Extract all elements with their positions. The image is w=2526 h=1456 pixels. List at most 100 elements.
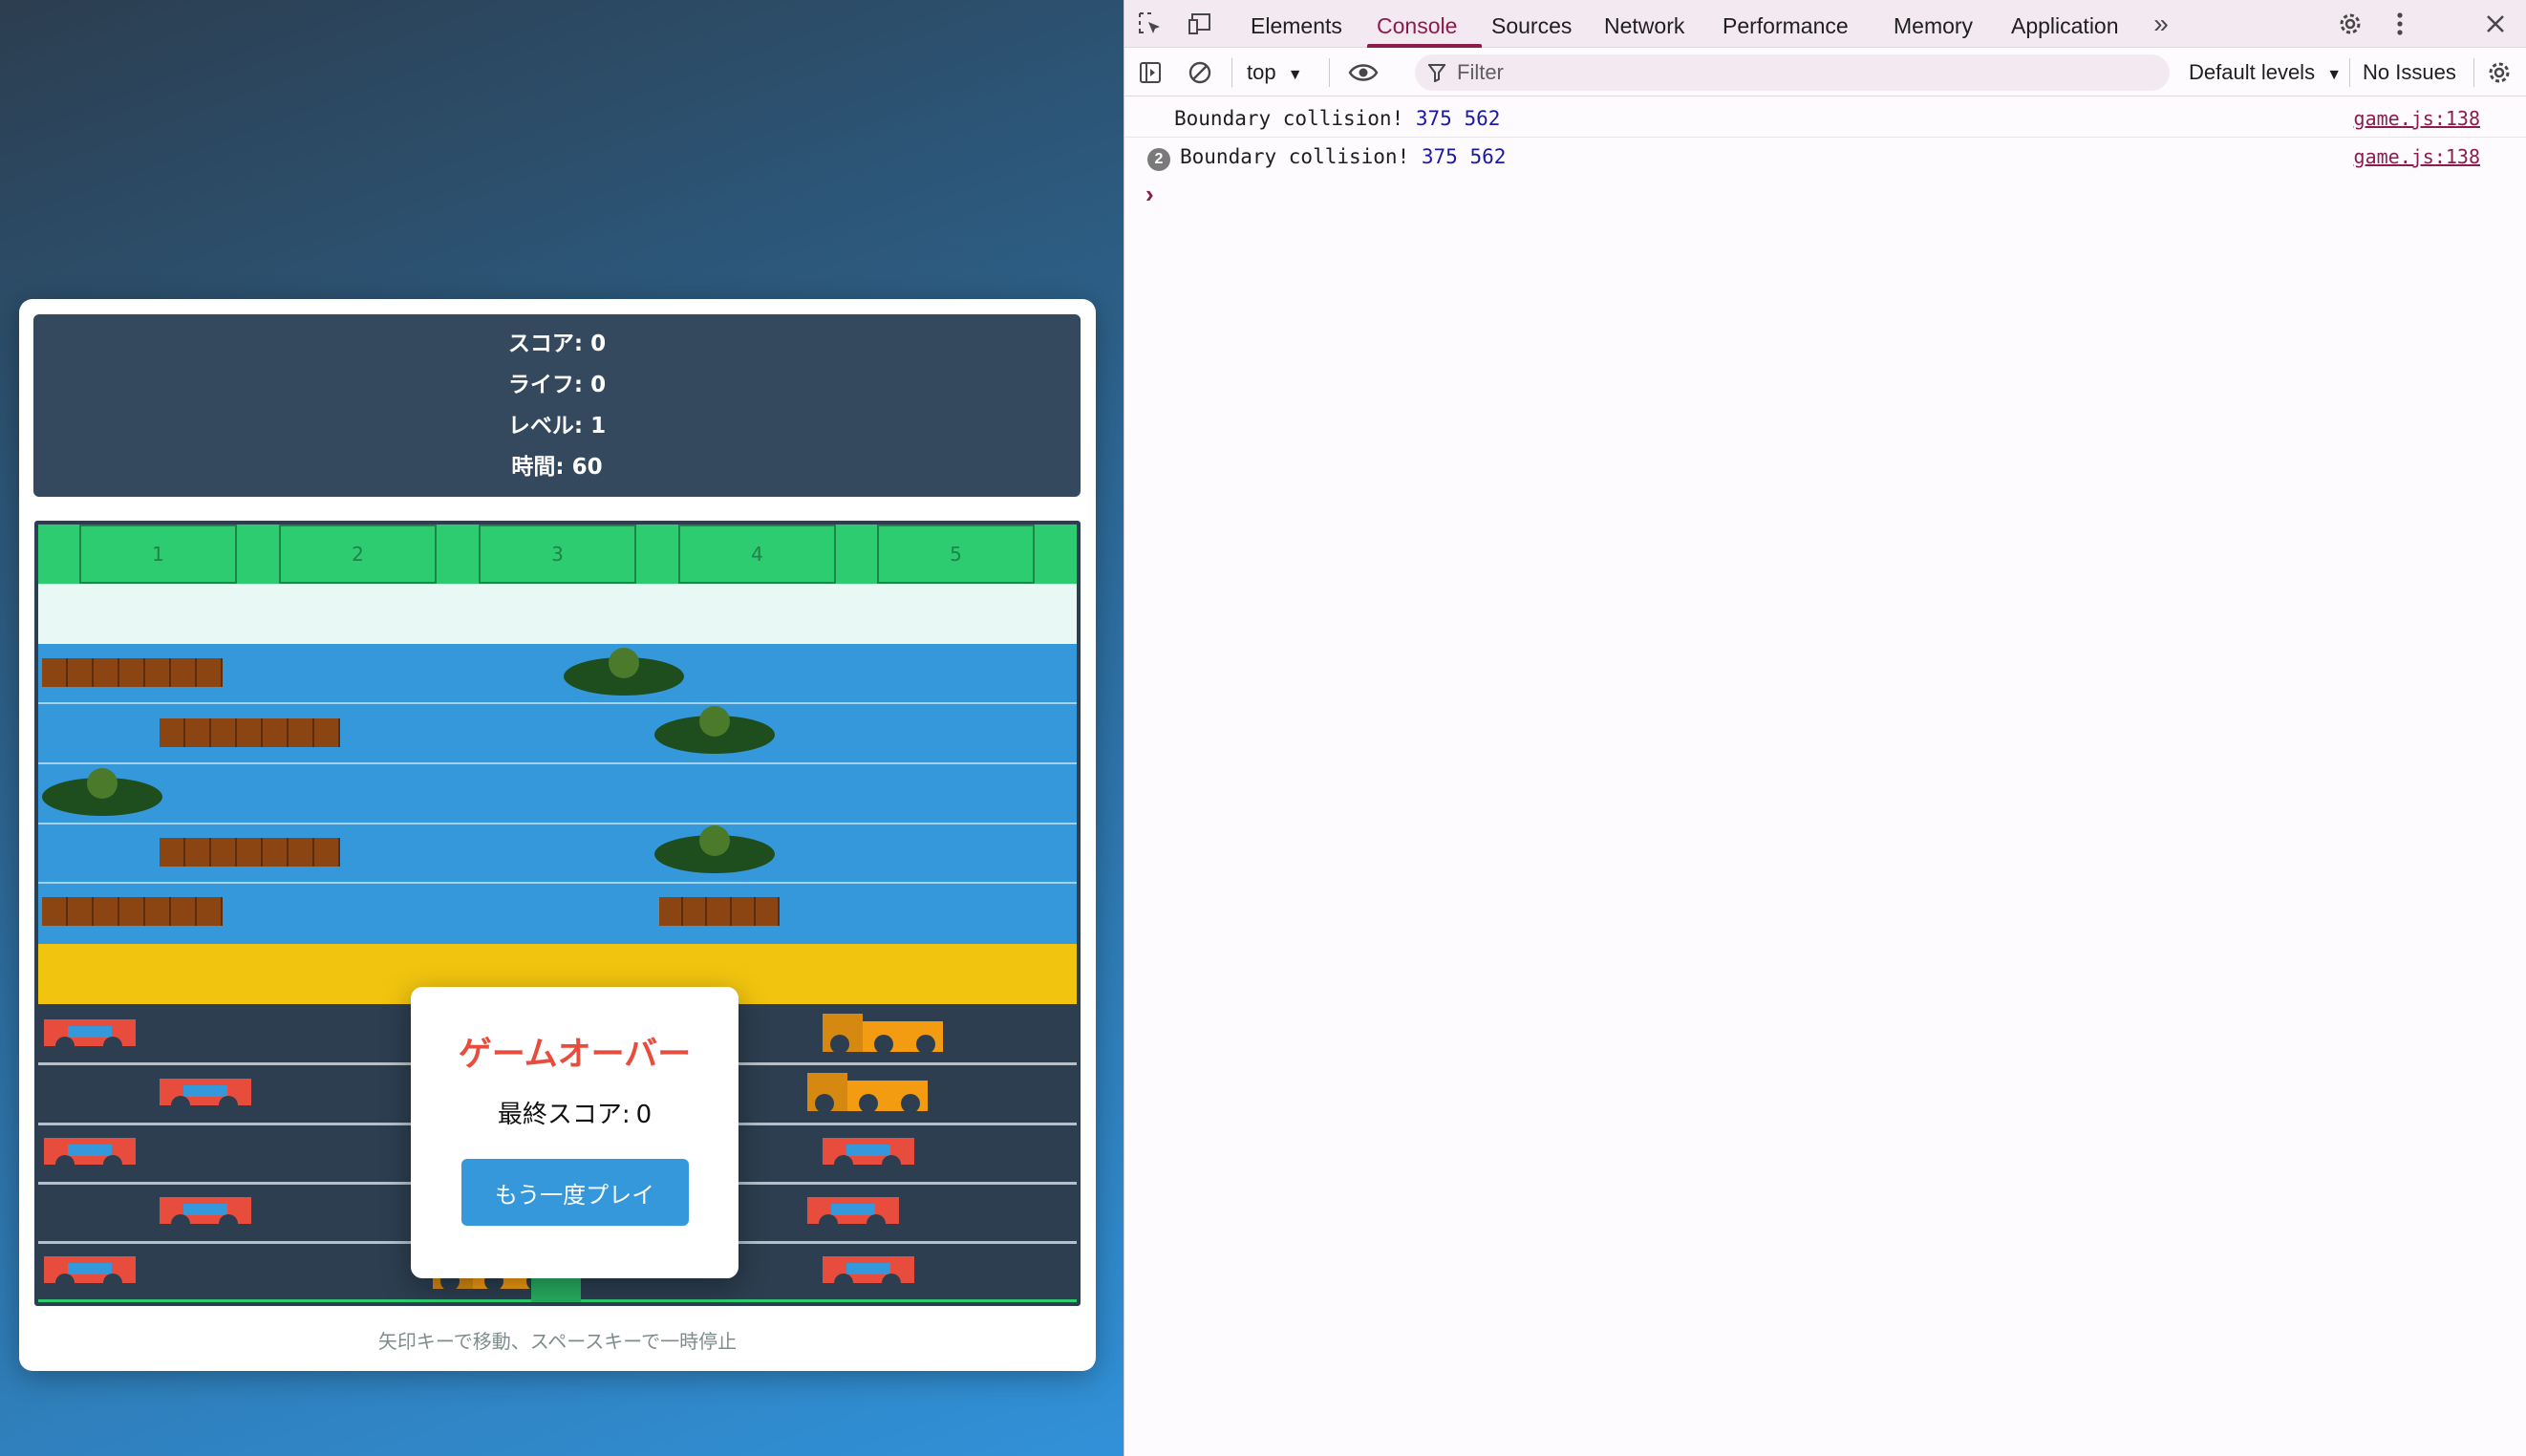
message-value-a: 375 xyxy=(1421,145,1458,168)
repeat-count-badge: 2 xyxy=(1147,148,1170,171)
goal-slot-2: 2 xyxy=(279,525,437,584)
instructions-text: 矢印キーで移動、スペースキーで一時停止 xyxy=(377,1330,738,1353)
dropdown-arrow-icon: ▼ xyxy=(2326,67,2343,83)
more-tabs-icon[interactable]: » xyxy=(2145,8,2177,40)
log xyxy=(42,658,223,687)
close-icon[interactable] xyxy=(2479,8,2512,40)
tab-network[interactable]: Network xyxy=(1604,0,1684,48)
tab-performance[interactable]: Performance xyxy=(1723,0,1849,48)
tab-console[interactable]: Console xyxy=(1377,0,1457,48)
toolbar-separator xyxy=(1231,58,1232,87)
level-value: 1 xyxy=(590,414,607,439)
lily-pad xyxy=(654,706,775,754)
time-value: 60 xyxy=(571,455,603,480)
console-message[interactable]: Boundary collision! 375 562 game.js:138 xyxy=(1124,99,2526,138)
tab-elements[interactable]: Elements xyxy=(1251,0,1342,48)
console-settings-icon[interactable] xyxy=(2483,56,2515,89)
truck xyxy=(807,1073,928,1113)
goal-slot-5: 5 xyxy=(877,525,1035,584)
log xyxy=(160,838,340,867)
kebab-menu-icon[interactable] xyxy=(2384,8,2416,40)
toolbar-separator xyxy=(1329,58,1330,87)
level-display: レベル: 1 xyxy=(508,412,606,440)
message-body: Boundary collision! xyxy=(1174,107,1404,130)
clear-console-icon[interactable] xyxy=(1184,56,1216,89)
source-link[interactable]: game.js:138 xyxy=(2354,107,2480,130)
tab-application[interactable]: Application xyxy=(2011,0,2119,48)
settings-gear-icon[interactable] xyxy=(2334,8,2366,40)
log-levels-dropdown[interactable]: Default levels ▼ xyxy=(2189,49,2342,96)
dropdown-arrow-icon: ▼ xyxy=(1287,67,1303,83)
score-display: スコア: 0 xyxy=(508,330,606,358)
game-container: スコア: 0 ライフ: 0 レベル: 1 時間: 60 1 2 3 4 5 ゲー… xyxy=(19,299,1096,1371)
device-toolbar-icon[interactable] xyxy=(1184,8,1216,40)
log xyxy=(659,897,781,926)
car xyxy=(44,1256,136,1293)
toolbar-separator xyxy=(2473,58,2474,87)
lives-value: 0 xyxy=(590,373,607,397)
lives-label: ライフ: xyxy=(507,373,584,397)
goal-slot-3: 3 xyxy=(479,525,636,584)
play-again-button[interactable]: もう一度プレイ xyxy=(460,1159,689,1226)
log xyxy=(160,718,340,747)
goal-slot-4: 4 xyxy=(678,525,836,584)
toolbar-separator xyxy=(2349,58,2350,87)
lily-pad xyxy=(42,768,162,816)
car xyxy=(44,1019,136,1056)
car xyxy=(160,1079,251,1115)
goal-row: 1 2 3 4 5 xyxy=(38,525,1077,584)
filter-icon xyxy=(1428,63,1445,82)
final-score-value: 0 xyxy=(635,1101,653,1129)
active-tab-indicator xyxy=(1367,44,1482,48)
console-message[interactable]: 2 Boundary collision! 375 562 game.js:13… xyxy=(1124,138,2526,176)
console-prompt[interactable]: › xyxy=(1145,180,1154,209)
lane-divider xyxy=(38,882,1077,884)
scoreboard: スコア: 0 ライフ: 0 レベル: 1 時間: 60 xyxy=(33,314,1081,497)
console-message-text: Boundary collision! 375 562 xyxy=(1180,145,1506,168)
time-display: 時間: 60 xyxy=(511,453,602,482)
game-over-modal: ゲームオーバー 最終スコア: 0 もう一度プレイ xyxy=(411,987,739,1278)
console-toolbar: top ▼ Default levels ▼ No Issues xyxy=(1124,49,2526,96)
game-over-title: ゲームオーバー xyxy=(458,1036,692,1074)
filter-input[interactable] xyxy=(1457,60,2126,85)
score-value: 0 xyxy=(590,332,607,356)
lily-pad xyxy=(654,825,775,873)
devtools-tabbar: Elements Console Sources Network Perform… xyxy=(1124,0,2526,48)
lily-pad xyxy=(564,648,684,696)
truck xyxy=(823,1014,943,1054)
level-label: レベル: xyxy=(507,414,584,439)
message-value-a: 375 xyxy=(1415,107,1452,130)
log-levels-label: Default levels xyxy=(2189,60,2316,84)
car xyxy=(823,1138,914,1174)
score-label: スコア: xyxy=(507,332,584,356)
context-selector[interactable]: top ▼ xyxy=(1247,49,1303,96)
car xyxy=(807,1197,899,1233)
filter-field[interactable] xyxy=(1415,54,2170,91)
message-value-b: 562 xyxy=(1469,145,1507,168)
final-score-label: 最終スコア: xyxy=(497,1101,631,1129)
page-background: スコア: 0 ライフ: 0 レベル: 1 時間: 60 1 2 3 4 5 ゲー… xyxy=(0,0,1124,1456)
inspect-element-icon[interactable] xyxy=(1134,8,1167,40)
lane-divider xyxy=(38,762,1077,764)
tab-sources[interactable]: Sources xyxy=(1491,0,1572,48)
car xyxy=(44,1138,136,1174)
river xyxy=(38,644,1077,944)
sidebar-toggle-icon[interactable] xyxy=(1134,56,1167,89)
log xyxy=(42,897,223,926)
eye-icon[interactable] xyxy=(1344,56,1382,89)
issues-counter[interactable]: No Issues xyxy=(2363,49,2456,96)
goal-slot-1: 1 xyxy=(79,525,237,584)
lane-divider xyxy=(38,823,1077,824)
time-label: 時間: xyxy=(511,455,565,480)
console-message-text: Boundary collision! 375 562 xyxy=(1174,107,1500,130)
tab-memory[interactable]: Memory xyxy=(1894,0,1973,48)
source-link[interactable]: game.js:138 xyxy=(2354,145,2480,168)
message-body: Boundary collision! xyxy=(1180,145,1410,168)
car xyxy=(823,1256,914,1293)
lives-display: ライフ: 0 xyxy=(508,371,606,399)
safe-zone-top xyxy=(38,584,1077,644)
final-score: 最終スコア: 0 xyxy=(498,1098,652,1132)
devtools-panel: Elements Console Sources Network Perform… xyxy=(1124,0,2526,1456)
lane-divider xyxy=(38,702,1077,704)
car xyxy=(160,1197,251,1233)
